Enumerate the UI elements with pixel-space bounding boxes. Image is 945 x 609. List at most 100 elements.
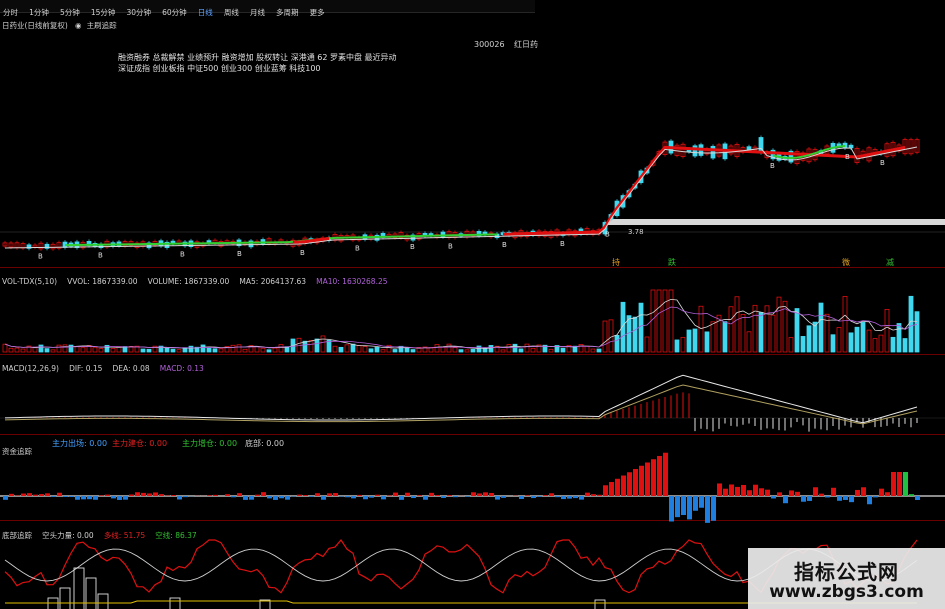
buy-marker: B: [237, 250, 242, 258]
volume-bar: [38, 344, 44, 353]
volume-bar: [362, 346, 368, 353]
volume-bar: [200, 344, 206, 353]
volume-bar: [704, 331, 710, 353]
volume-bar: [758, 312, 764, 353]
fund-bar: [519, 496, 524, 499]
fund-bar: [819, 493, 824, 496]
fund-bar: [837, 496, 842, 501]
vol-vvol: VVOL: 1867339.00: [67, 277, 138, 286]
fund-bar: [375, 494, 380, 496]
volume-bar: [902, 338, 908, 353]
volume-panel[interactable]: [2, 289, 920, 353]
volume-bar: [236, 344, 242, 353]
volume-bar: [746, 331, 752, 353]
volume-bar: [614, 335, 620, 353]
volume-bar: [50, 349, 56, 353]
fund-bar: [3, 496, 8, 500]
buy-marker: B: [410, 243, 415, 251]
volume-bar: [728, 306, 734, 353]
volume-bar: [776, 296, 782, 353]
macd-panel[interactable]: [0, 374, 945, 432]
period-toolbar: 分时 1分钟 5分钟 15分钟 30分钟 60分钟 日线 周线 月线 多周期 更…: [0, 0, 535, 17]
fund-bar: [747, 490, 752, 496]
volume-bar: [590, 348, 596, 353]
volume-bar: [242, 348, 248, 353]
fund-bar: [651, 459, 656, 496]
fund-bar: [87, 496, 92, 500]
volume-bar: [452, 347, 458, 353]
volume-bar: [740, 314, 746, 353]
fund-bar: [861, 487, 866, 496]
bottom-power: 空头力量: 0.00: [42, 531, 94, 540]
buy-marker: B: [355, 244, 360, 252]
fund-bar: [231, 496, 236, 498]
fund-bar: [63, 496, 68, 498]
fund-bar: [783, 496, 788, 504]
fund-bar: [705, 496, 710, 523]
high-band: [608, 219, 945, 225]
macd-bars: [4, 392, 918, 432]
volume-bar: [314, 338, 320, 353]
fund-bar: [573, 496, 578, 499]
volume-bar: [674, 339, 680, 353]
fund-bar: [381, 496, 386, 500]
fund-bars: [3, 452, 920, 523]
volume-bar: [146, 348, 152, 353]
fund-bar: [885, 492, 890, 496]
volume-bar: [836, 327, 842, 353]
fund-bar: [903, 472, 908, 496]
fund-bar: [135, 492, 140, 496]
price-panel[interactable]: B B B B B B B B B B B B B B 持 跌 微 减 3.78: [0, 135, 945, 267]
fund-out-label: 主力出场: 0.00: [52, 439, 108, 448]
volume-bar: [92, 347, 98, 353]
candle-body: [710, 145, 716, 159]
fund-bar: [429, 492, 434, 496]
volume-bar: [842, 295, 848, 353]
volume-bar: [908, 295, 914, 353]
vol-volume: VOLUME: 1867339.00: [147, 277, 230, 286]
volume-bar: [644, 336, 650, 353]
volume-bar: [788, 337, 794, 353]
bottom-signal-box: [85, 577, 97, 609]
fund-bar: [627, 472, 632, 496]
fund-bar: [27, 493, 32, 496]
fund-bar: [117, 496, 122, 500]
fund-bar: [771, 496, 776, 499]
buy-marker: B: [605, 231, 610, 239]
fund-bar: [423, 496, 428, 500]
buy-marker: B: [448, 242, 453, 250]
volume-bar: [524, 343, 530, 353]
bottom-signal-box: [594, 599, 606, 609]
panel-separators: [0, 267, 945, 521]
fund-bar: [693, 496, 698, 511]
security-name[interactable]: 日药业(日线前复权): [2, 21, 68, 30]
watermark-title: 指标公式网: [794, 560, 899, 584]
indicator-name[interactable]: 主刷追踪: [87, 21, 117, 30]
fund-bar: [249, 496, 254, 500]
fund-bar: [537, 496, 542, 497]
buy-marker: B: [38, 252, 43, 260]
fund-bar: [159, 494, 164, 496]
fund-bar: [753, 484, 758, 496]
volume-bar: [212, 348, 218, 353]
bottom-panel-title: 底部追踪 空头力量: 0.00 多线: 51.75 空线: 86.37: [2, 523, 202, 542]
fund-bar: [579, 496, 584, 500]
stock-chart[interactable]: B B B B B B B B B B B B B B 持 跌 微 减 3.78: [0, 0, 945, 609]
volume-bar: [176, 349, 182, 353]
fund-bar: [483, 492, 488, 496]
fund-bar: [111, 496, 116, 499]
fund-bar: [315, 493, 320, 496]
volume-bar: [632, 316, 638, 353]
macd-title: MACD(12,26,9): [2, 364, 59, 373]
volume-bar: [140, 348, 146, 353]
bottom-title: 底部追踪: [2, 531, 32, 540]
fund-bar: [357, 494, 362, 496]
volume-bar: [278, 344, 284, 353]
volume-bar: [110, 348, 116, 353]
watermark-url: www.zbgs3.com: [769, 582, 924, 602]
fund-bar: [825, 496, 830, 498]
fund-bar: [873, 496, 878, 498]
volume-bar: [860, 322, 866, 353]
volume-bar: [230, 344, 236, 353]
fund-panel[interactable]: [0, 452, 945, 523]
